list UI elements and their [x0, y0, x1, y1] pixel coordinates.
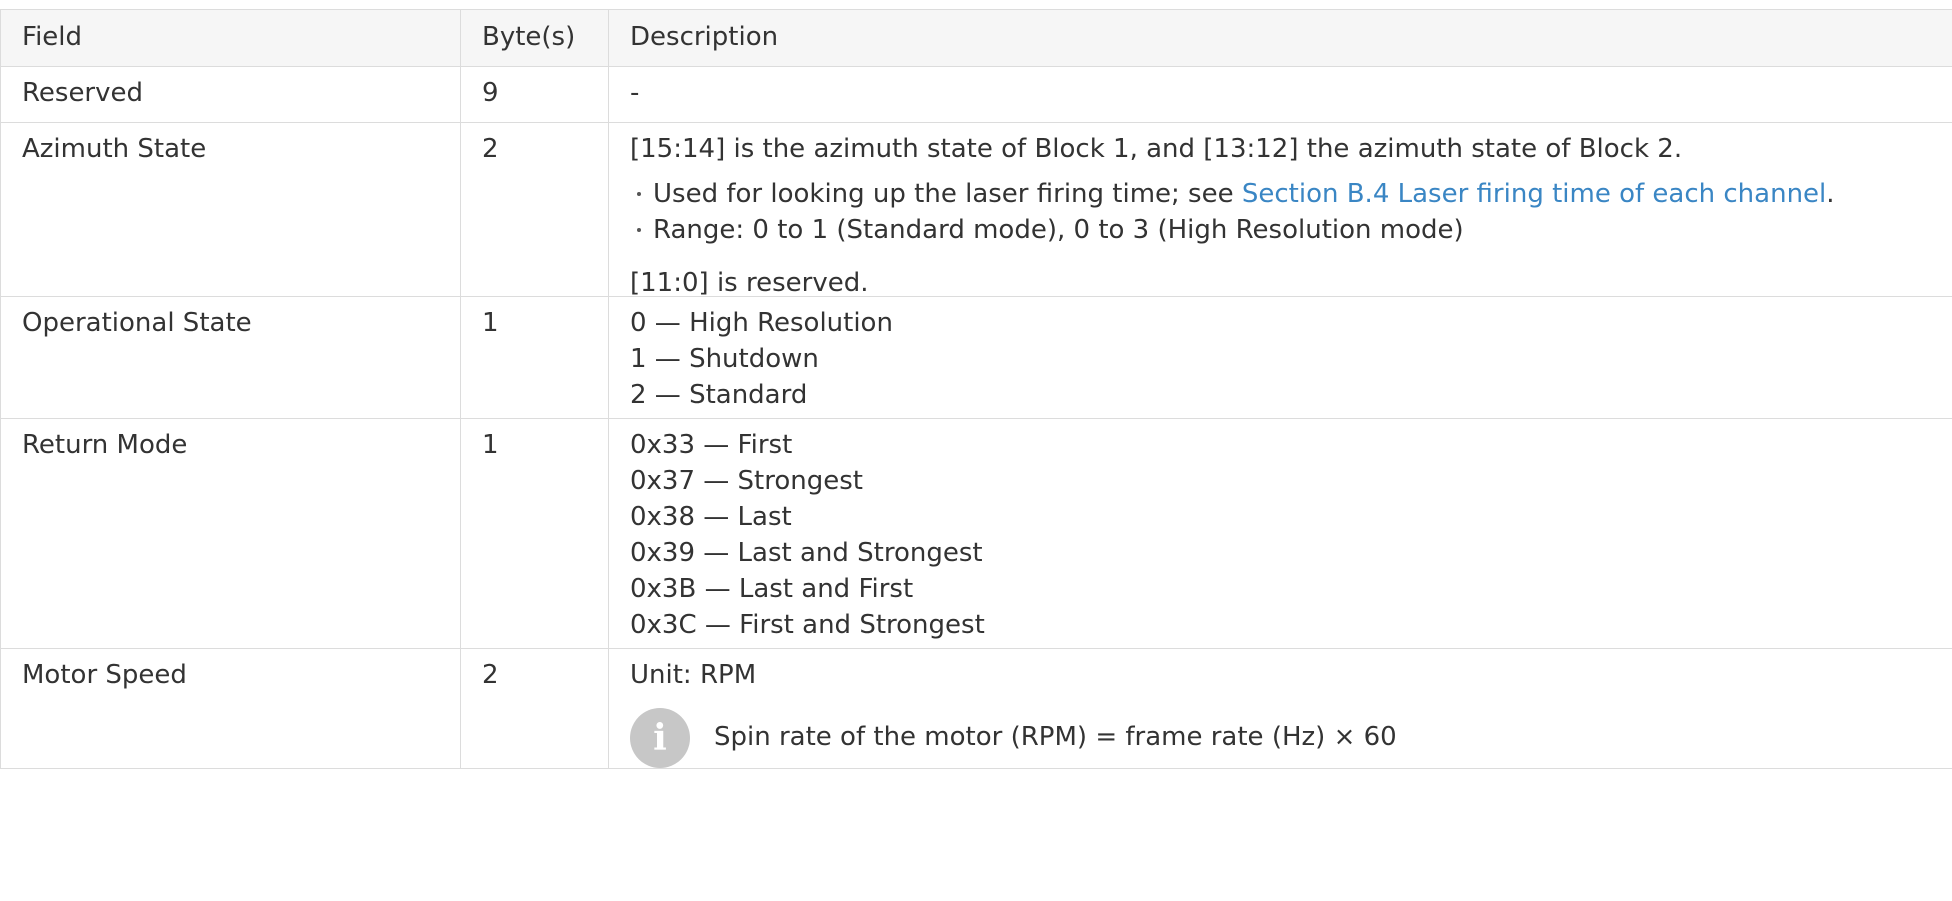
bullet-icon [637, 228, 641, 232]
field-name: Operational State [0, 296, 461, 419]
byte-count: 1 [460, 296, 609, 419]
field-name: Reserved [0, 66, 461, 123]
value-line: 1 — Shutdown [630, 344, 819, 374]
field-name: Motor Speed [0, 648, 461, 769]
field-description: Unit: RPM i Spin rate of the motor (RPM)… [608, 648, 1952, 769]
unit-label: Unit: RPM [630, 660, 757, 690]
field-name: Azimuth State [0, 122, 461, 297]
note-text: Spin rate of the motor (RPM) = frame rat… [714, 722, 1397, 752]
byte-count: 2 [460, 648, 609, 769]
field-name: Return Mode [0, 418, 461, 649]
header-field: Field [0, 9, 461, 67]
value-line: 0x33 — First [630, 430, 793, 460]
section-b4-link[interactable]: Section B.4 Laser firing time of each ch… [1242, 179, 1826, 209]
azimuth-intro: [15:14] is the azimuth state of Block 1,… [630, 134, 1683, 164]
table-row-operational-state: Operational State 1 0 — High Resolution … [0, 296, 1952, 419]
info-icon: i [630, 708, 690, 768]
field-description: 0x33 — First 0x37 — Strongest 0x38 — Las… [608, 418, 1952, 649]
value-line: 0x37 — Strongest [630, 466, 863, 496]
header-description: Description [608, 9, 1952, 67]
value-line: 0x3B — Last and First [630, 574, 914, 604]
value-line: 2 — Standard [630, 380, 808, 410]
azimuth-outro: [11:0] is reserved. [630, 268, 869, 298]
byte-count: 1 [460, 418, 609, 649]
list-item: Range: 0 to 1 (Standard mode), 0 to 3 (H… [630, 217, 1952, 253]
table-header-row: Field Byte(s) Description [0, 9, 1952, 67]
info-note: i Spin rate of the motor (RPM) = frame r… [630, 704, 1952, 768]
table-row-reserved: Reserved 9 - [0, 66, 1952, 123]
list-item: Used for looking up the laser firing tim… [630, 181, 1952, 217]
value-line: 0 — High Resolution [630, 308, 893, 338]
byte-count: 2 [460, 122, 609, 297]
field-table: Field Byte(s) Description Reserved 9 - A… [0, 9, 1952, 769]
document-page: Field Byte(s) Description Reserved 9 - A… [0, 0, 1952, 901]
azimuth-bullet-list: Used for looking up the laser firing tim… [630, 181, 1952, 253]
table-row-motor-speed: Motor Speed 2 Unit: RPM i Spin rate of t… [0, 648, 1952, 769]
field-description: 0 — High Resolution 1 — Shutdown 2 — Sta… [608, 296, 1952, 419]
header-bytes: Byte(s) [460, 9, 609, 67]
value-line: 0x3C — First and Strongest [630, 610, 985, 640]
field-description: [15:14] is the azimuth state of Block 1,… [608, 122, 1952, 298]
value-line: 0x39 — Last and Strongest [630, 538, 983, 568]
byte-count: 9 [460, 66, 609, 123]
field-description: - [608, 66, 1952, 123]
value-line: 0x38 — Last [630, 502, 792, 532]
table-row-return-mode: Return Mode 1 0x33 — First 0x37 — Strong… [0, 418, 1952, 649]
bullet-icon [637, 192, 641, 196]
table-row-azimuth-state: Azimuth State 2 [15:14] is the azimuth s… [0, 122, 1952, 298]
